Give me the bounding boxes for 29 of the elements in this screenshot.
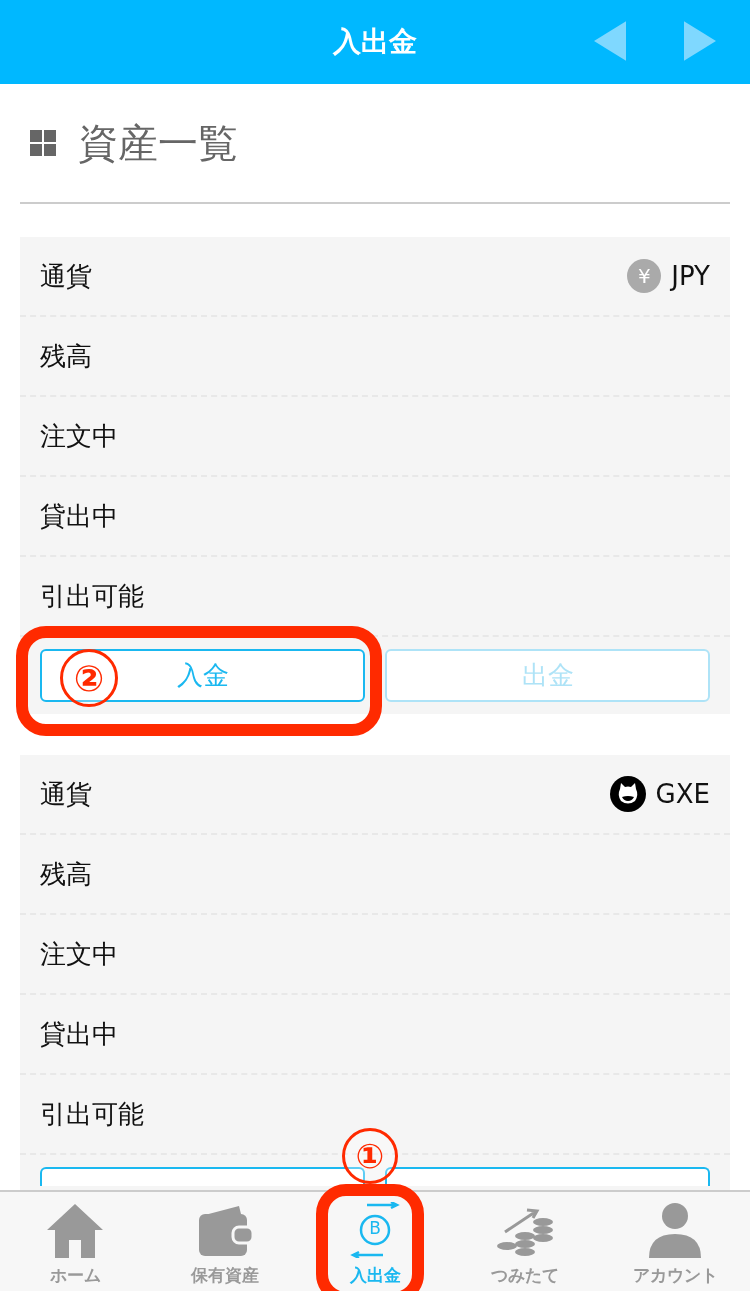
forward-icon[interactable] bbox=[684, 21, 716, 61]
cat-logo-icon bbox=[609, 776, 646, 812]
row-label: 引出可能 bbox=[40, 1097, 144, 1131]
row-label: 注文中 bbox=[40, 937, 118, 971]
step-number: ② bbox=[60, 649, 118, 707]
currency-code: JPY bbox=[671, 261, 710, 291]
row-label: 引出可能 bbox=[40, 579, 144, 613]
row-label: 残高 bbox=[40, 339, 92, 373]
action-button[interactable] bbox=[40, 1167, 365, 1186]
step-number: ① bbox=[342, 1128, 398, 1184]
row-label: 通貨 bbox=[40, 777, 92, 811]
tab-item[interactable]: B 入出金 bbox=[300, 1192, 450, 1291]
row-label: 注文中 bbox=[40, 419, 118, 453]
action-button[interactable] bbox=[385, 1167, 710, 1186]
row-label: 貸出中 bbox=[40, 499, 118, 533]
currency-code: GXE bbox=[655, 779, 710, 809]
home-icon bbox=[45, 1202, 105, 1258]
tab-item[interactable]: 保有資産 bbox=[150, 1192, 300, 1291]
back-icon[interactable] bbox=[594, 21, 626, 61]
yen-coin-icon: ¥ bbox=[627, 259, 662, 293]
row-label: 通貨 bbox=[40, 259, 92, 293]
tab-item[interactable]: アカウント bbox=[600, 1192, 750, 1291]
tab-item[interactable]: つみたて bbox=[450, 1192, 600, 1291]
grid-icon bbox=[30, 130, 56, 156]
section-title: 資産一覧 bbox=[78, 118, 238, 168]
row-label: 残高 bbox=[40, 857, 92, 891]
page-title: 入出金 bbox=[333, 24, 417, 60]
row-label: 貸出中 bbox=[40, 1017, 118, 1051]
tab-item[interactable]: ホーム bbox=[0, 1192, 150, 1291]
